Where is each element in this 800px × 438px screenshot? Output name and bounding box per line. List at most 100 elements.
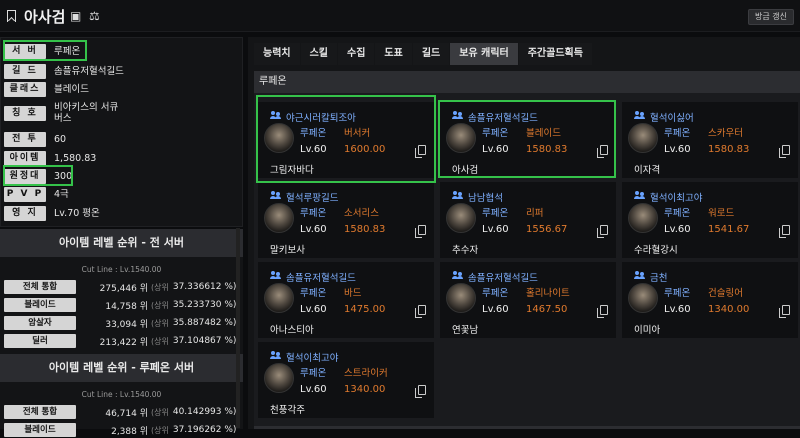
character-card[interactable]: 솜플유저혈석길드 루페온 홀리나이트 Lv.60 1467.50 연꽃남 <box>440 262 616 338</box>
character-avatar <box>264 363 294 393</box>
card-level: Lv.60 <box>664 144 691 155</box>
guild-icon <box>270 271 282 280</box>
card-server: 루페온 <box>482 208 509 219</box>
card-guild: 혈석이최고야 <box>286 353 339 364</box>
rank-row: 암살자 33,094 위 (상위 35.887482 %) <box>0 315 243 331</box>
guild-icon <box>270 191 282 200</box>
rank-server-section: 아이템 레벨 순위 - 루페온 서버 Cut Line : Lv.1540.00… <box>0 354 243 437</box>
card-name: 말키보사 <box>270 245 305 256</box>
tab-skills[interactable]: 스킬 <box>300 43 338 65</box>
guild-icon <box>270 351 282 360</box>
character-card[interactable]: 혈석이최고야 루페온 워로드 Lv.60 1541.67 수라혈강시 <box>622 182 798 258</box>
card-server: 루페온 <box>300 208 327 219</box>
card-level: Lv.60 <box>300 384 327 395</box>
character-card[interactable]: 혈석이싫어 루페온 스카우터 Lv.60 1580.83 이자격 <box>622 102 798 178</box>
copy-icon[interactable] <box>597 225 608 238</box>
info-row-combat: 전 투 60 <box>4 131 66 147</box>
card-item-level: 1340.00 <box>344 384 386 395</box>
card-server: 루페온 <box>664 288 691 299</box>
card-level: Lv.60 <box>300 224 327 235</box>
tab-stats[interactable]: 능력치 <box>254 43 300 65</box>
card-guild: 남남협석 <box>468 193 503 204</box>
card-level: Lv.60 <box>664 304 691 315</box>
info-row-class: 클래스 블레이드 <box>4 81 89 97</box>
rank-server-title: 아이템 레벨 순위 - 루페온 서버 <box>0 354 243 382</box>
card-item-level: 1340.00 <box>708 304 750 315</box>
card-guild: 솜플유저혈석길드 <box>468 273 538 284</box>
character-title: 아사검 <box>24 8 66 26</box>
tab-characters[interactable]: 보유 캐릭터 <box>450 43 518 65</box>
id-card-icon[interactable]: ▣ <box>70 9 81 23</box>
rank-row: 블레이드 2,388 위 (상위 37.196262 %) <box>0 422 243 438</box>
card-server: 루페온 <box>300 368 327 379</box>
rank-row: 전체 통합 46,714 위 (상위 40.142993 %) <box>0 404 243 420</box>
card-name: 아나스티아 <box>270 325 314 336</box>
copy-icon[interactable] <box>415 225 426 238</box>
info-row-pvp: P V P 4극 <box>4 186 69 202</box>
character-card[interactable]: 남남협석 루페온 리퍼 Lv.60 1556.67 추수자 <box>440 182 616 258</box>
card-guild: 솜플유저혈석길드 <box>286 273 356 284</box>
card-item-level: 1580.83 <box>708 144 750 155</box>
copy-icon[interactable] <box>415 385 426 398</box>
card-class: 워로드 <box>708 208 735 219</box>
guild-icon <box>452 271 464 280</box>
card-class: 소서리스 <box>344 208 379 219</box>
character-avatar <box>628 203 658 233</box>
copy-icon[interactable] <box>597 305 608 318</box>
tab-collection[interactable]: 수집 <box>338 43 375 65</box>
guild-icon <box>634 271 646 280</box>
card-guild: 혈석루팡길드 <box>286 193 339 204</box>
left-scrollbar[interactable] <box>236 228 240 428</box>
rank-all-cutline: Cut Line : Lv.1540.00 <box>81 265 162 274</box>
tab-guild[interactable]: 길드 <box>412 43 450 65</box>
card-class: 스카우터 <box>708 128 743 139</box>
character-avatar <box>446 203 476 233</box>
copy-icon[interactable] <box>779 305 790 318</box>
rank-row: 블레이드 14,758 위 (상위 35.233730 %) <box>0 297 243 313</box>
card-class: 홀리나이트 <box>526 288 570 299</box>
card-item-level: 1475.00 <box>344 304 386 315</box>
card-highlight-2 <box>438 100 616 178</box>
scale-icon[interactable]: ⚖ <box>89 9 100 23</box>
character-avatar <box>628 123 658 153</box>
card-name: 연꽃남 <box>452 325 479 336</box>
card-server: 루페온 <box>300 288 327 299</box>
characters-panel: 루페온 야근시러칼퇴조아 루페온 버서커 Lv.60 1600.00 그림자바다 솜플유저혈… <box>254 71 800 429</box>
character-card[interactable]: 금천 루페온 건슬링어 Lv.60 1340.00 이미아 <box>622 262 798 338</box>
card-server: 루페온 <box>664 128 691 139</box>
tab-charts[interactable]: 도표 <box>375 43 412 65</box>
guild-icon <box>634 191 646 200</box>
card-item-level: 1467.50 <box>526 304 568 315</box>
profile-info-panel: 서 버 루페온 길 드 솜플유저혈석길드 클래스 블레이드 칭 호 비아키스의 서큐 버… <box>0 37 243 227</box>
card-level: Lv.60 <box>300 304 327 315</box>
right-column: 능력치 스킬 수집 도표 길드 보유 캐릭터 주간골드획득 루페온 야근시러칼퇴… <box>248 37 800 429</box>
character-card[interactable]: 혈석이최고야루페온 스트라이커 Lv.60 1340.00 천풍각주 <box>258 342 434 418</box>
bookmark-icon[interactable] <box>7 10 16 22</box>
card-name: 천풍각주 <box>270 405 305 416</box>
card-level: Lv.60 <box>482 224 509 235</box>
info-row-title: 칭 호 비아키스의 서큐 버스 <box>4 101 118 125</box>
rank-server-cutline: Cut Line : Lv.1540.00 <box>81 390 162 399</box>
rank-row: 전체 통합 275,446 위 (상위 37.336612 %) <box>0 279 243 295</box>
card-name: 이미아 <box>634 325 661 336</box>
character-avatar <box>264 283 294 313</box>
card-class: 스트라이커 <box>344 368 388 379</box>
server-highlight <box>3 40 87 61</box>
character-avatar <box>446 283 476 313</box>
copy-icon[interactable] <box>779 145 790 158</box>
copy-icon[interactable] <box>415 305 426 318</box>
expedition-highlight <box>3 165 73 186</box>
rank-row: 딜러 213,422 위 (상위 37.104867 %) <box>0 333 243 349</box>
guild-icon <box>634 111 646 120</box>
card-name: 수라혈강시 <box>634 245 678 256</box>
card-class: 바드 <box>344 288 362 299</box>
copy-icon[interactable] <box>779 225 790 238</box>
character-card[interactable]: 혈석루팡길드 루페온 소서리스 Lv.60 1580.83 말키보사 <box>258 182 434 258</box>
character-card[interactable]: 솜플유저혈석길드루페온 바드 Lv.60 1475.00 아나스티아 <box>258 262 434 338</box>
character-avatar <box>628 283 658 313</box>
tab-weekly-gold[interactable]: 주간골드획득 <box>518 43 592 65</box>
tab-bar: 능력치 스킬 수집 도표 길드 보유 캐릭터 주간골드획득 <box>254 43 593 65</box>
card-server: 루페온 <box>482 288 509 299</box>
refresh-button[interactable]: 방금 갱신 <box>748 9 794 25</box>
card-guild: 금천 <box>650 273 668 284</box>
